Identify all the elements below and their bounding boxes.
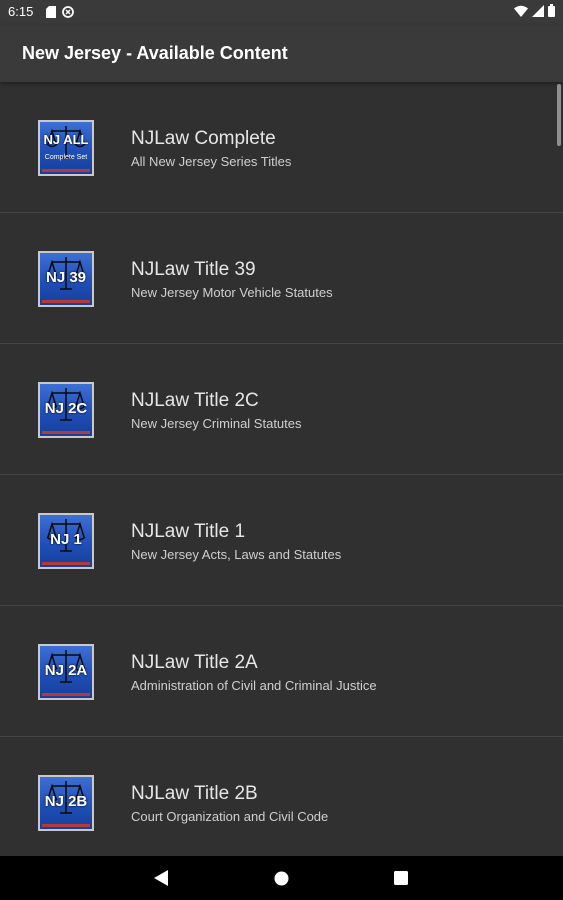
screen: 6:15 New Jersey - Available Content NJ A… [0, 0, 563, 900]
item-title: NJLaw Title 2B [131, 783, 258, 804]
back-icon[interactable] [151, 868, 171, 888]
icon-label: NJ 39 [45, 269, 87, 286]
icon-sublabel: Complete Set [44, 154, 88, 161]
list-item-njlaw-title-2a[interactable]: NJ 2A NJLaw Title 2A Administration of C… [0, 606, 563, 737]
icon-footer-stripe [42, 562, 90, 565]
status-right-icons [514, 4, 555, 22]
page-title: New Jersey - Available Content [22, 43, 288, 63]
icon-label: NJ 2C [44, 400, 88, 417]
recents-icon[interactable] [391, 868, 411, 888]
nj-all-title-icon: NJ ALL Complete Set [38, 120, 94, 176]
nj-1-title-icon: NJ 1 [38, 513, 94, 569]
icon-footer-stripe [42, 300, 90, 303]
item-subtitle: New Jersey Criminal Statutes [131, 416, 302, 431]
nj-2c-title-icon: NJ 2C [38, 382, 94, 438]
status-time: 6:15 [8, 4, 34, 19]
scrollbar-thumb[interactable] [557, 84, 561, 146]
item-subtitle: Court Organization and Civil Code [131, 809, 329, 824]
nj-2a-title-icon: NJ 2A [38, 644, 94, 700]
icon-label: NJ 2B [44, 793, 88, 810]
list-item-njlaw-title-1[interactable]: NJ 1 NJLaw Title 1 New Jersey Acts, Laws… [0, 475, 563, 606]
item-title: NJLaw Title 2C [131, 390, 259, 411]
content-list[interactable]: NJ ALL Complete Set NJLaw Complete All N… [0, 82, 563, 856]
status-left-icons [46, 5, 74, 23]
icon-footer-stripe [42, 693, 90, 696]
wifi-icon [514, 4, 528, 22]
item-subtitle: Administration of Civil and Criminal Jus… [131, 678, 377, 693]
item-title: NJLaw Title 1 [131, 521, 246, 542]
item-subtitle: All New Jersey Series Titles [131, 154, 292, 169]
icon-label: NJ 2A [44, 662, 88, 679]
item-title: NJLaw Complete [131, 128, 276, 149]
list-item-njlaw-title-39[interactable]: NJ 39 NJLaw Title 39 New Jersey Motor Ve… [0, 213, 563, 344]
item-title: NJLaw Title 2A [131, 652, 258, 673]
nj-2b-title-icon: NJ 2B [38, 775, 94, 831]
item-title: NJLaw Title 39 [131, 259, 256, 280]
signal-icon [532, 4, 544, 22]
list-item-njlaw-complete[interactable]: NJ ALL Complete Set NJLaw Complete All N… [0, 82, 563, 213]
icon-label: NJ ALL [43, 132, 89, 147]
app-bar: New Jersey - Available Content [0, 25, 563, 82]
status-bar: 6:15 [0, 0, 563, 25]
battery-icon [548, 4, 555, 22]
item-subtitle: New Jersey Motor Vehicle Statutes [131, 285, 333, 300]
item-subtitle: New Jersey Acts, Laws and Statutes [131, 547, 342, 562]
navigation-bar [0, 856, 563, 900]
sd-card-icon [46, 5, 56, 23]
icon-label: NJ 1 [50, 531, 82, 548]
nj-39-title-icon: NJ 39 [38, 251, 94, 307]
icon-footer-stripe [42, 431, 90, 434]
list-item-njlaw-title-2b[interactable]: NJ 2B NJLaw Title 2B Court Organization … [0, 737, 563, 856]
sync-icon [62, 5, 74, 23]
list-item-njlaw-title-2c[interactable]: NJ 2C NJLaw Title 2C New Jersey Criminal… [0, 344, 563, 475]
icon-footer-stripe [42, 824, 90, 827]
icon-footer-stripe [42, 169, 90, 172]
home-icon[interactable] [271, 868, 291, 888]
